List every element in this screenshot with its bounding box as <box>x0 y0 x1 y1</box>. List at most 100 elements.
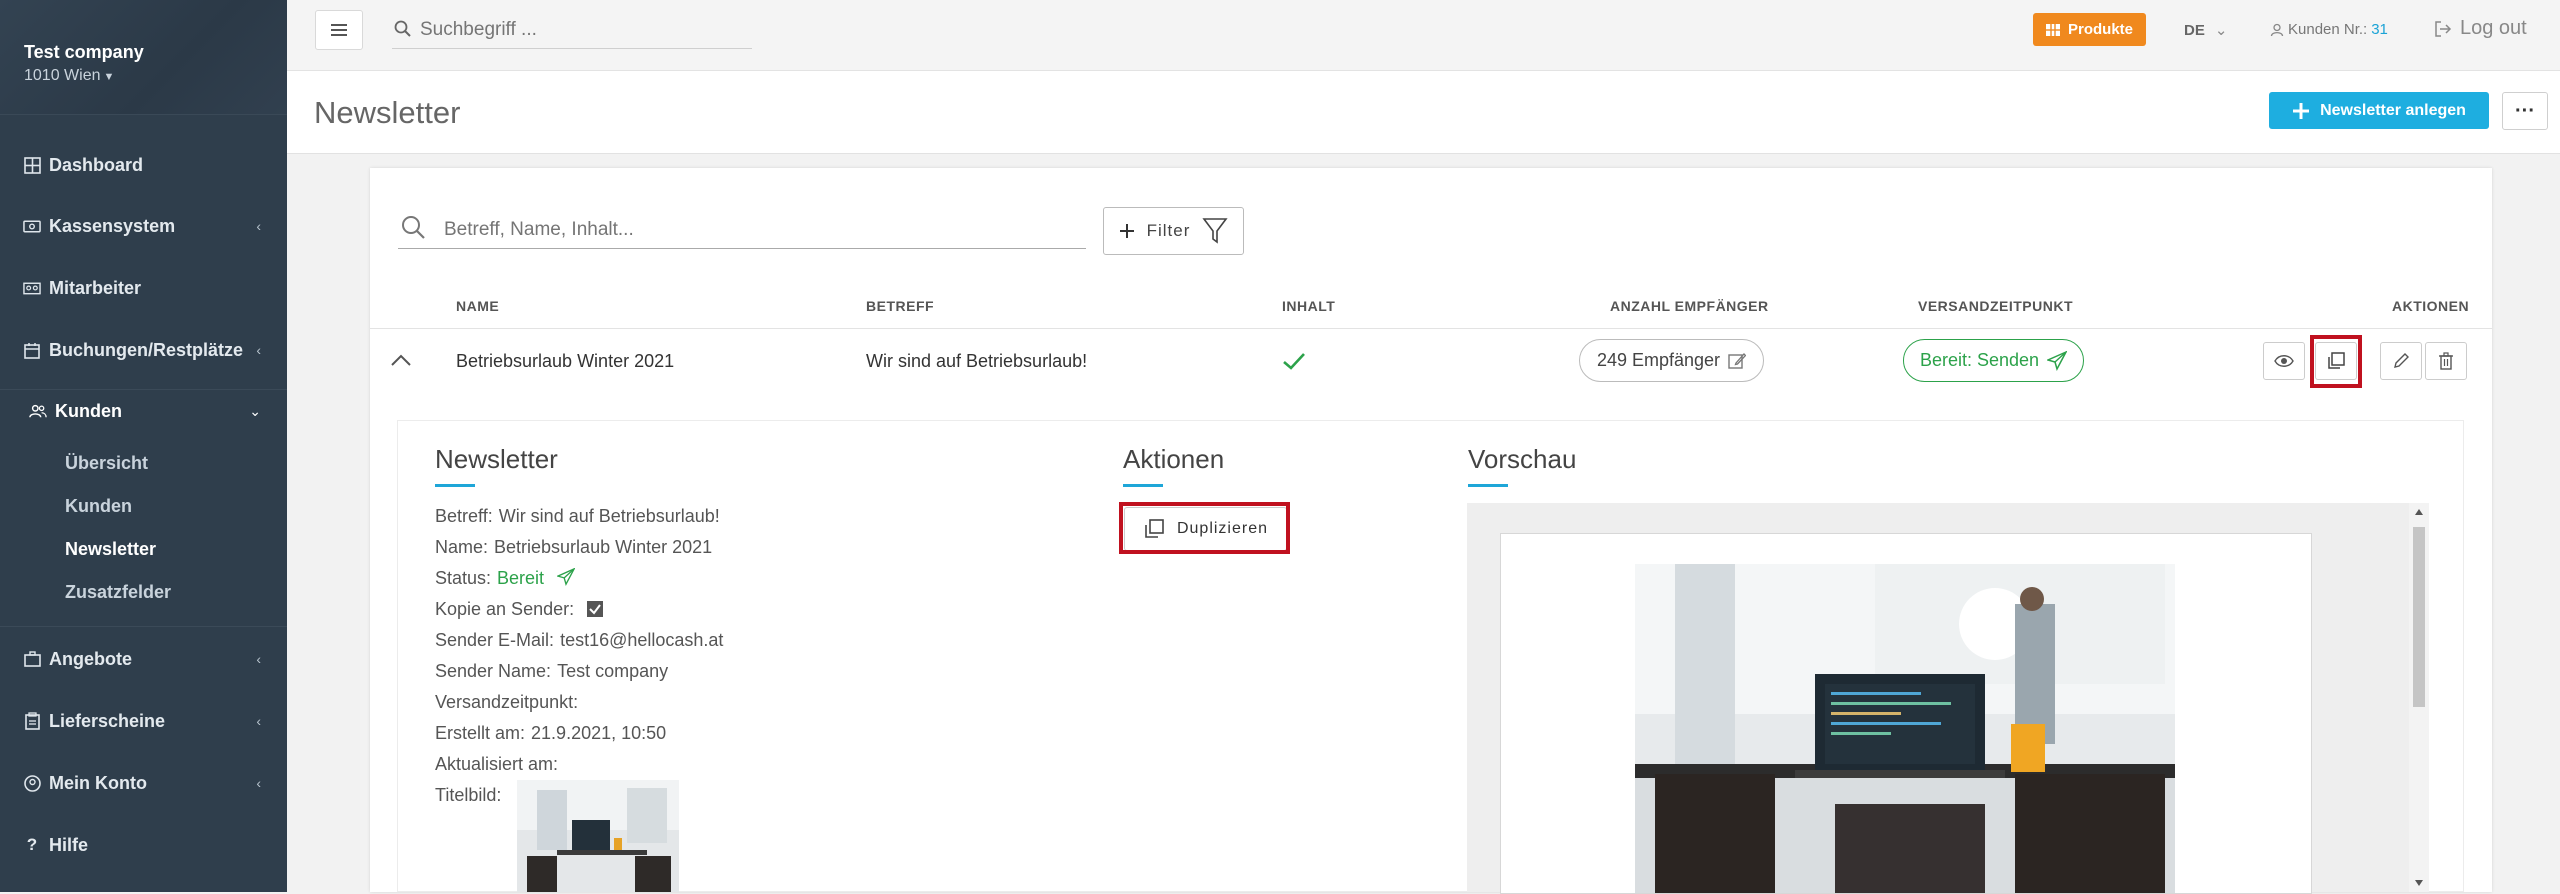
recipients-button[interactable]: 249 Empfänger <box>1579 339 1764 382</box>
info-label: Name: <box>435 537 489 557</box>
row-name: Betriebsurlaub Winter 2021 <box>456 351 675 371</box>
briefcase-icon <box>23 650 41 668</box>
grid-icon <box>23 156 41 174</box>
sidebar-item-buchungen[interactable]: Buchungen/Restplätze ‹ <box>0 330 287 370</box>
preview-image <box>1635 564 2175 893</box>
plus-icon <box>1119 224 1134 238</box>
topbar: Produkte DE ⌄ Kunden Nr.: 31 Log out <box>287 0 2560 71</box>
column-header-inhalt[interactable]: INHALT <box>1282 298 1335 314</box>
divider <box>370 328 2492 329</box>
cash-register-icon <box>23 217 41 235</box>
scrollbar-thumb[interactable] <box>2413 527 2425 707</box>
sidebar-item-mitarbeiter[interactable]: Mitarbeiter <box>0 268 287 308</box>
sidebar-item-dashboard[interactable]: Dashboard <box>0 145 287 185</box>
produkte-button[interactable]: Produkte <box>2033 13 2146 46</box>
section-title-aktionen: Aktionen <box>1123 444 1225 474</box>
section-title-newsletter: Newsletter <box>435 444 558 474</box>
preview-scrollbar[interactable] <box>2409 503 2429 892</box>
info-sender-name: Sender Name: Test company <box>435 661 668 682</box>
people-icon <box>29 402 47 420</box>
row-betreff: Wir sind auf Betriebsurlaub! <box>866 351 1088 371</box>
chevron-left-icon: ‹ <box>256 651 261 667</box>
company-header[interactable]: Test company 1010 Wien ▼ <box>0 0 287 115</box>
chevron-up-icon[interactable] <box>390 353 412 367</box>
column-header-name[interactable]: NAME <box>456 298 499 314</box>
logout-button[interactable]: Log out <box>2434 17 2527 40</box>
sidebar-item-kunden[interactable]: Kunden ⌄ <box>6 391 293 431</box>
edit-icon <box>1728 352 1747 369</box>
users-icon <box>23 279 41 297</box>
info-value: Bereit <box>497 568 545 588</box>
arrow-down-icon[interactable] <box>2414 879 2424 887</box>
divider <box>0 389 287 390</box>
info-erstellt: Erstellt am: 21.9.2021, 10:50 <box>435 723 666 744</box>
section-underline <box>1123 484 1163 487</box>
info-label: Kopie an Sender: <box>435 599 575 619</box>
list-search-input[interactable] <box>442 216 1076 244</box>
column-header-empfaenger[interactable]: ANZAHL EMPFÄNGER <box>1610 298 1769 314</box>
sidebar: Test company 1010 Wien ▼ Dashboard Kassen… <box>0 0 287 892</box>
column-header-betreff[interactable]: BETREFF <box>866 298 934 314</box>
sidebar-item-lieferscheine[interactable]: Lieferscheine ‹ <box>0 701 287 741</box>
sidebar-item-label: Kunden <box>55 400 122 421</box>
company-city[interactable]: 1010 Wien ▼ <box>24 67 114 85</box>
page-header: Newsletter Newsletter anlegen ··· <box>287 71 2560 154</box>
global-search <box>392 12 752 49</box>
column-header-versand[interactable]: VERSANDZEITPUNKT <box>1918 298 2073 314</box>
more-options-button[interactable]: ··· <box>2502 92 2548 130</box>
sidebar-item-hilfe[interactable]: ? Hilfe <box>0 825 287 865</box>
sidebar-subitem-uebersicht[interactable]: Übersicht <box>65 453 148 474</box>
checkbox-checked-icon <box>587 601 604 617</box>
eye-icon <box>2274 355 2294 367</box>
filter-button[interactable]: Filter <box>1103 207 1244 255</box>
sidebar-item-mein-konto[interactable]: Mein Konto ‹ <box>0 763 287 803</box>
preview-page <box>1500 533 2312 894</box>
info-label: Aktualisiert am: <box>435 754 559 774</box>
edit-button[interactable] <box>2380 342 2422 380</box>
info-kopie: Kopie an Sender: <box>435 599 604 620</box>
sidebar-subitem-zusatzfelder[interactable]: Zusatzfelder <box>65 582 171 603</box>
divider <box>0 626 287 627</box>
user-icon <box>2270 23 2284 36</box>
preview-button[interactable] <box>2263 342 2305 380</box>
user-circle-icon <box>23 774 41 792</box>
title-image-thumbnail[interactable] <box>517 780 679 892</box>
filter-label: Filter <box>1146 221 1191 240</box>
add-newsletter-button[interactable]: Newsletter anlegen <box>2269 92 2489 129</box>
info-aktualisiert: Aktualisiert am: <box>435 754 558 775</box>
delete-button[interactable] <box>2425 342 2467 380</box>
info-label: Sender Name: <box>435 661 552 681</box>
send-status-button[interactable]: Bereit: Senden <box>1903 339 2084 382</box>
info-label: Erstellt am: <box>435 723 526 743</box>
newsletter-detail: Newsletter Betreff: Wir sind auf Betriebs… <box>397 420 2464 894</box>
recipients-label: 249 Empfänger <box>1596 350 1721 370</box>
global-search-input[interactable] <box>418 16 742 44</box>
chevron-down-icon: ⌄ <box>249 402 261 419</box>
preview-frame[interactable] <box>1467 503 2429 894</box>
newsletter-list-card: Filter NAME BETREFF INHALT ANZAHL EMPFÄN… <box>370 168 2492 894</box>
question-icon: ? <box>26 835 38 854</box>
paper-plane-icon <box>556 567 576 586</box>
customer-number[interactable]: Kunden Nr.: 31 <box>2270 21 2388 38</box>
send-status-label: Bereit: Senden <box>1919 350 2040 370</box>
sidebar-subitem-kunden[interactable]: Kunden <box>65 496 132 517</box>
sidebar-item-angebote[interactable]: Angebote ‹ <box>0 639 287 679</box>
list-search <box>398 208 1086 249</box>
highlight-box <box>1119 502 1290 554</box>
sidebar-item-kassensystem[interactable]: Kassensystem ‹ <box>0 206 287 246</box>
info-label: Sender E-Mail: <box>435 630 555 650</box>
grid-icon <box>2045 23 2060 36</box>
menu-toggle-button[interactable] <box>315 10 363 50</box>
info-status: Status: Bereit <box>435 567 576 589</box>
customer-number-value: 31 <box>2371 21 2388 38</box>
arrow-up-icon[interactable] <box>2414 508 2424 516</box>
chevron-left-icon: ‹ <box>256 713 261 729</box>
language-selector[interactable]: DE ⌄ <box>2184 21 2227 39</box>
sidebar-subitem-newsletter[interactable]: Newsletter <box>65 539 156 560</box>
caret-down-icon: ▼ <box>103 71 115 83</box>
search-icon <box>402 216 425 239</box>
pencil-icon <box>2394 353 2409 368</box>
info-value: Betriebsurlaub Winter 2021 <box>494 537 713 557</box>
sidebar-item-label: Dashboard <box>49 154 144 175</box>
company-name: Test company <box>24 42 144 62</box>
